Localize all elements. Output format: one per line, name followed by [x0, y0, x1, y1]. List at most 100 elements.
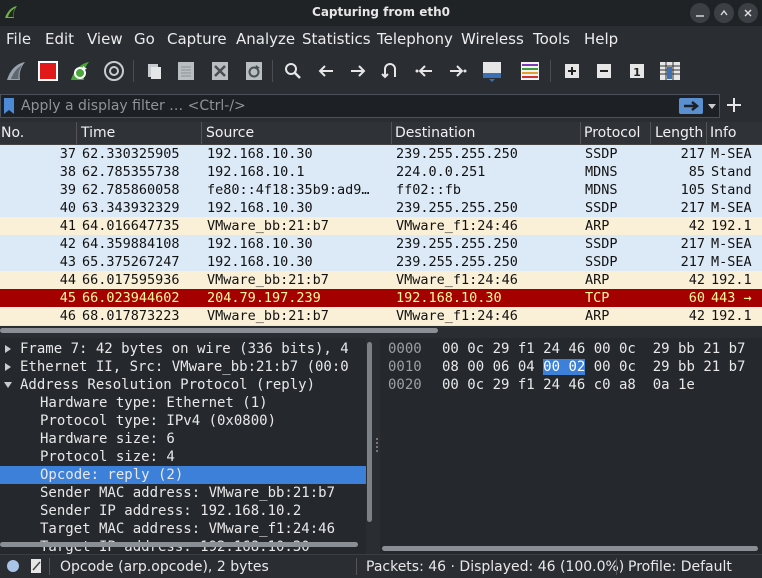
menu-view[interactable]: View: [87, 30, 123, 48]
table-row[interactable]: 39 62.785860058 fe80::4f18:35b9:ad9… ff02::…: [0, 181, 762, 199]
chevron-down-icon[interactable]: [707, 101, 717, 111]
autoscroll-button[interactable]: [478, 56, 506, 86]
column-divider[interactable]: [580, 122, 581, 144]
close-window-button[interactable]: [738, 3, 758, 23]
capture-options-button[interactable]: [100, 56, 128, 86]
hex-row[interactable]: 0000 00 0c 29 f1 24 46 00 0c 29 bb 21 b7: [380, 340, 762, 358]
column-divider[interactable]: [76, 122, 77, 144]
tree-item[interactable]: Sender IP address: 192.168.10.2: [0, 502, 366, 520]
bookmark-icon[interactable]: [3, 97, 15, 115]
packet-list-hscrollbar[interactable]: [0, 326, 762, 334]
expert-info-icon[interactable]: [6, 559, 20, 573]
hex-bytes: 00 0c 29 f1 24 46 00 0c 29 bb 21 b7: [442, 340, 745, 358]
maximize-button[interactable]: [714, 3, 734, 23]
save-file-button[interactable]: [172, 56, 200, 86]
display-filter-input[interactable]: [21, 97, 661, 115]
scrollbar-thumb[interactable]: [0, 542, 358, 547]
column-header-destination[interactable]: Destination: [395, 125, 475, 141]
column-divider[interactable]: [391, 122, 392, 144]
menu-go[interactable]: Go: [134, 30, 155, 48]
menu-wireless[interactable]: Wireless: [461, 30, 524, 48]
table-row[interactable]: 46 68.017873223 VMware_bb:21:b7 VMware_f1:2…: [0, 307, 762, 325]
go-to-packet-button[interactable]: [376, 56, 404, 86]
details-vscrollbar[interactable]: [366, 338, 374, 538]
tree-item[interactable]: Protocol type: IPv4 (0x0800): [0, 412, 366, 430]
cell-source: 192.168.10.30: [207, 146, 313, 162]
chevron-right-icon[interactable]: [4, 345, 12, 353]
tree-item[interactable]: Target MAC address: VMware_f1:24:46: [0, 520, 366, 538]
column-header-source[interactable]: Source: [206, 125, 254, 141]
zoom-in-button[interactable]: [558, 56, 586, 86]
go-forward-button[interactable]: [344, 56, 372, 86]
menu-analyze[interactable]: Analyze: [236, 30, 295, 48]
chevron-right-icon[interactable]: [4, 363, 12, 371]
minimize-button[interactable]: [690, 3, 710, 23]
menu-file[interactable]: File: [6, 30, 31, 48]
column-divider[interactable]: [201, 122, 202, 144]
hex-segment: 00 0c 29 f1 24 46 c0 a8 0a 1e: [442, 377, 695, 393]
hex-row[interactable]: 0010 08 00 06 04 00 02 00 0c 29 bb 21 b7: [380, 358, 762, 376]
tree-item[interactable]: Opcode: reply (2): [0, 466, 366, 484]
tree-item[interactable]: Protocol size: 4: [0, 448, 366, 466]
table-row[interactable]: 44 66.017595936 VMware_bb:21:b7 VMware_f1:2…: [0, 271, 762, 289]
toolbar-separator: [133, 60, 134, 82]
restart-capture-button[interactable]: [66, 56, 94, 86]
tree-item[interactable]: Hardware size: 6: [0, 430, 366, 448]
find-packet-button[interactable]: [279, 56, 307, 86]
column-header-info[interactable]: Info: [710, 125, 737, 141]
close-file-button[interactable]: [206, 56, 234, 86]
normal-size-button[interactable]: 1: [623, 56, 651, 86]
tree-item[interactable]: Hardware type: Ethernet (1): [0, 394, 366, 412]
first-packet-button[interactable]: [410, 56, 438, 86]
reload-file-button[interactable]: [240, 56, 268, 86]
tree-item[interactable]: Ethernet II, Src: VMware_bb:21:b7 (00:0: [0, 358, 366, 376]
tree-item[interactable]: Sender MAC address: VMware_bb:21:b7: [0, 484, 366, 502]
menu-telephony[interactable]: Telephony: [377, 30, 453, 48]
scrollbar-thumb[interactable]: [367, 342, 372, 522]
tree-item[interactable]: Address Resolution Protocol (reply): [0, 376, 366, 394]
column-header-time[interactable]: Time: [81, 125, 115, 141]
details-hscrollbar[interactable]: [0, 540, 374, 548]
column-header-no[interactable]: No.: [1, 125, 24, 141]
table-row[interactable]: 37 62.330325905 192.168.10.30 239.255.255.2…: [0, 145, 762, 163]
status-profile[interactable]: Profile: Default: [628, 559, 732, 575]
hex-row[interactable]: 0020 00 0c 29 f1 24 46 c0 a8 0a 1e: [380, 376, 762, 394]
table-row[interactable]: 40 63.343932329 192.168.10.30 239.255.255.2…: [0, 199, 762, 217]
open-file-button[interactable]: [140, 56, 168, 86]
status-separator: [616, 558, 617, 575]
column-divider[interactable]: [650, 122, 651, 144]
add-filter-button[interactable]: [724, 94, 744, 116]
menu-edit[interactable]: Edit: [45, 30, 74, 48]
stop-capture-button[interactable]: [34, 56, 62, 86]
go-back-button[interactable]: [312, 56, 340, 86]
chevron-down-icon[interactable]: [4, 381, 12, 389]
resize-columns-button[interactable]: [656, 56, 684, 86]
table-row[interactable]: 41 64.016647735 VMware_bb:21:b7 VMware_f1:2…: [0, 217, 762, 235]
column-divider[interactable]: [706, 122, 707, 144]
capture-comment-icon[interactable]: [29, 558, 43, 574]
column-header-length[interactable]: Length: [655, 125, 703, 141]
scrollbar-thumb[interactable]: [382, 546, 758, 551]
cell-destination: 224.0.0.251: [396, 164, 486, 180]
start-capture-button[interactable]: [2, 56, 30, 86]
tree-item[interactable]: Frame 7: 42 bytes on wire (336 bits), 4: [0, 340, 366, 358]
menu-capture[interactable]: Capture: [167, 30, 227, 48]
menu-tools[interactable]: Tools: [533, 30, 570, 48]
cell-destination: VMware_f1:24:46: [396, 218, 518, 234]
table-row[interactable]: 43 65.375267247 192.168.10.30 239.255.255.2…: [0, 253, 762, 271]
cell-info: 443 →: [711, 290, 752, 306]
bytes-hscrollbar[interactable]: [380, 544, 762, 552]
tree-item-label: Frame 7: 42 bytes on wire (336 bits), 4: [20, 341, 349, 357]
menu-statistics[interactable]: Statistics: [302, 30, 371, 48]
table-row[interactable]: 42 64.359884108 192.168.10.30 239.255.255.2…: [0, 235, 762, 253]
menu-help[interactable]: Help: [584, 30, 618, 48]
colorize-button[interactable]: [516, 56, 544, 86]
table-row[interactable]: 45 66.023944602 204.79.197.239 192.168.10.3…: [0, 289, 762, 307]
cell-destination: 239.255.255.250: [396, 254, 518, 270]
table-row[interactable]: 38 62.785355738 192.168.10.1 224.0.0.251 MDN…: [0, 163, 762, 181]
scrollbar-thumb[interactable]: [0, 328, 438, 333]
last-packet-button[interactable]: [444, 56, 472, 86]
zoom-out-button[interactable]: [590, 56, 618, 86]
column-header-protocol[interactable]: Protocol: [584, 125, 640, 141]
apply-filter-arrow-icon[interactable]: [679, 98, 703, 114]
